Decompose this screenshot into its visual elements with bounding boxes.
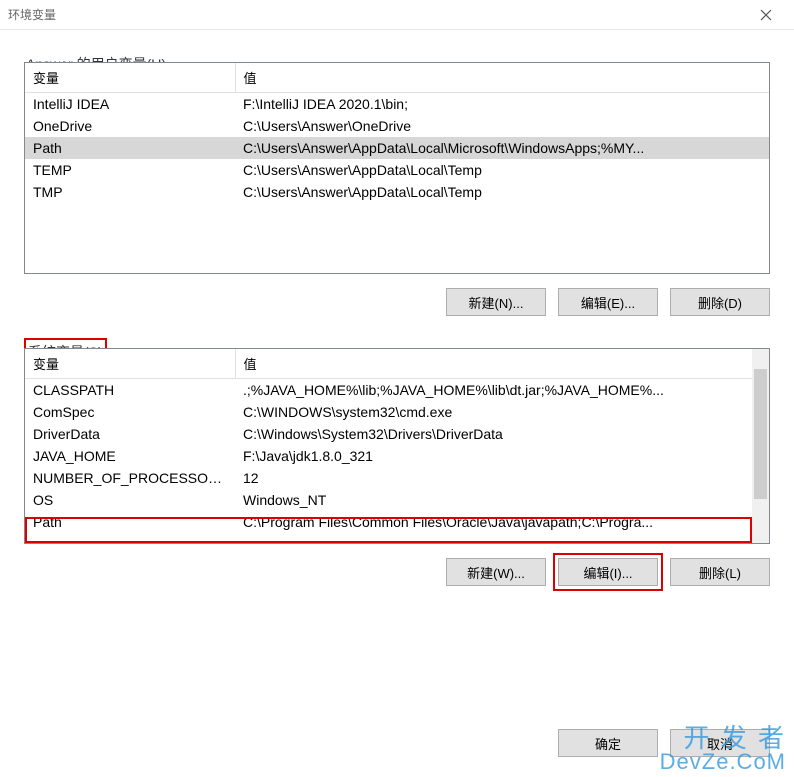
table-row[interactable]: PathC:\Program Files\Common Files\Oracle…	[25, 511, 752, 533]
col-variable[interactable]: 变量	[25, 349, 235, 379]
dialog-buttons: 确定 取消	[558, 729, 770, 757]
delete-button[interactable]: 删除(L)	[670, 558, 770, 586]
system-variables-group: 系统变量(S) 变量 值 CLASSPATH.;%JAVA_HOME%\lib;…	[24, 348, 770, 586]
table-row[interactable]: IntelliJ IDEAF:\IntelliJ IDEA 2020.1\bin…	[25, 93, 769, 116]
close-icon[interactable]	[746, 0, 786, 30]
user-variables-group: Answer 的用户变量(U) 变量 值 IntelliJ IDEAF:\Int…	[24, 62, 770, 316]
new-button[interactable]: 新建(N)...	[446, 288, 546, 316]
table-row[interactable]: DriverDataC:\Windows\System32\Drivers\Dr…	[25, 423, 752, 445]
table-row[interactable]: NUMBER_OF_PROCESSORS12	[25, 467, 752, 489]
col-variable[interactable]: 变量	[25, 63, 235, 93]
scrollbar[interactable]	[752, 349, 769, 543]
titlebar: 环境变量	[0, 0, 794, 30]
user-variables-buttons: 新建(N)... 编辑(E)... 删除(D)	[24, 288, 770, 316]
scroll-thumb[interactable]	[754, 369, 767, 499]
col-value[interactable]: 值	[235, 349, 752, 379]
table-row[interactable]: TEMPC:\Users\Answer\AppData\Local\Temp	[25, 159, 769, 181]
window-title: 环境变量	[8, 6, 746, 23]
table-row[interactable]: CLASSPATH.;%JAVA_HOME%\lib;%JAVA_HOME%\l…	[25, 379, 752, 402]
system-variables-buttons: 新建(W)... 编辑(I)... 删除(L)	[24, 558, 770, 586]
edit-button[interactable]: 编辑(E)...	[558, 288, 658, 316]
table-row[interactable]: JAVA_HOMEF:\Java\jdk1.8.0_321	[25, 445, 752, 467]
table-row[interactable]: ComSpecC:\WINDOWS\system32\cmd.exe	[25, 401, 752, 423]
edit-button[interactable]: 编辑(I)...	[558, 558, 658, 586]
col-value[interactable]: 值	[235, 63, 769, 93]
cancel-button[interactable]: 取消	[670, 729, 770, 757]
table-row[interactable]: OSWindows_NT	[25, 489, 752, 511]
table-row[interactable]: PathC:\Users\Answer\AppData\Local\Micros…	[25, 137, 769, 159]
table-header-row: 变量 值	[25, 63, 769, 93]
delete-button[interactable]: 删除(D)	[670, 288, 770, 316]
user-variables-table: 变量 值 IntelliJ IDEAF:\IntelliJ IDEA 2020.…	[24, 62, 770, 274]
ok-button[interactable]: 确定	[558, 729, 658, 757]
new-button[interactable]: 新建(W)...	[446, 558, 546, 586]
table-row[interactable]: TMPC:\Users\Answer\AppData\Local\Temp	[25, 181, 769, 203]
table-row[interactable]: OneDriveC:\Users\Answer\OneDrive	[25, 115, 769, 137]
system-variables-table: 变量 值 CLASSPATH.;%JAVA_HOME%\lib;%JAVA_HO…	[24, 348, 770, 544]
table-header-row: 变量 值	[25, 349, 752, 379]
